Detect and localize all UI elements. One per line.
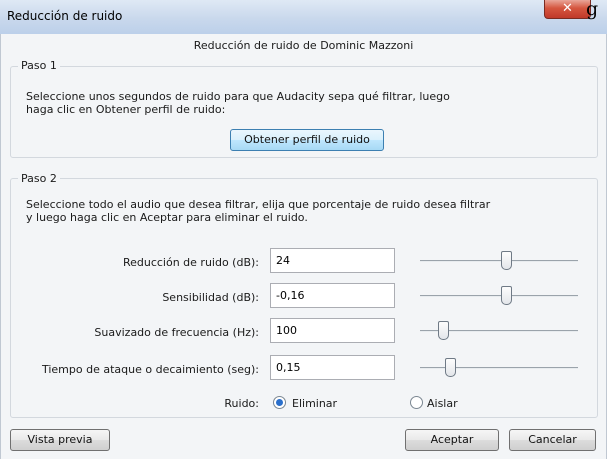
- slider-thumb[interactable]: [501, 251, 512, 270]
- close-button[interactable]: ✕: [544, 0, 591, 19]
- radio-remove[interactable]: [273, 396, 286, 409]
- attack-decay-slider[interactable]: [420, 358, 578, 378]
- step1-legend: Paso 1: [18, 59, 60, 72]
- sensitivity-field[interactable]: [270, 283, 395, 308]
- radio-isolate[interactable]: [410, 396, 423, 409]
- radio-remove-label[interactable]: Eliminar: [292, 397, 337, 410]
- sensitivity-label: Sensibilidad (dB):: [162, 291, 259, 304]
- stray-glyph: g: [586, 0, 599, 20]
- attack-decay-label: Tiempo de ataque o decaimiento (seg):: [41, 363, 259, 376]
- frequency-smoothing-slider[interactable]: [420, 321, 578, 341]
- get-noise-profile-button[interactable]: Obtener perfil de ruido: [230, 129, 384, 151]
- step1-description-line1: Seleccione unos segundos de ruido para q…: [26, 90, 450, 103]
- slider-track: [420, 260, 578, 262]
- sensitivity-slider[interactable]: [420, 286, 578, 306]
- cancel-button[interactable]: Cancelar: [509, 429, 596, 451]
- step2-legend: Paso 2: [18, 172, 60, 185]
- title-bar: Reducción de ruido ✕ g: [0, 0, 607, 34]
- step2-description-line2: y luego haga clic en Aceptar para elimin…: [26, 211, 308, 224]
- slider-track: [420, 367, 578, 369]
- window-title: Reducción de ruido: [7, 9, 123, 23]
- frequency-smoothing-field[interactable]: [270, 318, 395, 343]
- step1-description-line2: haga clic en Obtener perfil de ruido:: [26, 103, 226, 116]
- frequency-smoothing-label: Suavizado de frecuencia (Hz):: [94, 326, 259, 339]
- attack-decay-field[interactable]: [270, 355, 395, 380]
- step2-description-line1: Seleccione todo el audio que desea filtr…: [26, 198, 491, 211]
- noise-reduction-label: Reducción de ruido (dB):: [122, 256, 259, 269]
- dialog-heading: Reducción de ruido de Dominic Mazzoni: [193, 39, 414, 52]
- slider-track: [420, 295, 578, 297]
- slider-thumb[interactable]: [501, 286, 512, 305]
- ok-button[interactable]: Aceptar: [405, 429, 499, 451]
- radio-isolate-label[interactable]: Aislar: [427, 397, 458, 410]
- noise-reduction-field[interactable]: [270, 248, 395, 273]
- noise-reduction-slider[interactable]: [420, 251, 578, 271]
- preview-button[interactable]: Vista previa: [10, 429, 110, 451]
- slider-thumb[interactable]: [438, 321, 449, 340]
- noise-mode-label: Ruido:: [224, 397, 259, 410]
- close-icon: ✕: [562, 1, 573, 16]
- slider-thumb[interactable]: [445, 358, 456, 377]
